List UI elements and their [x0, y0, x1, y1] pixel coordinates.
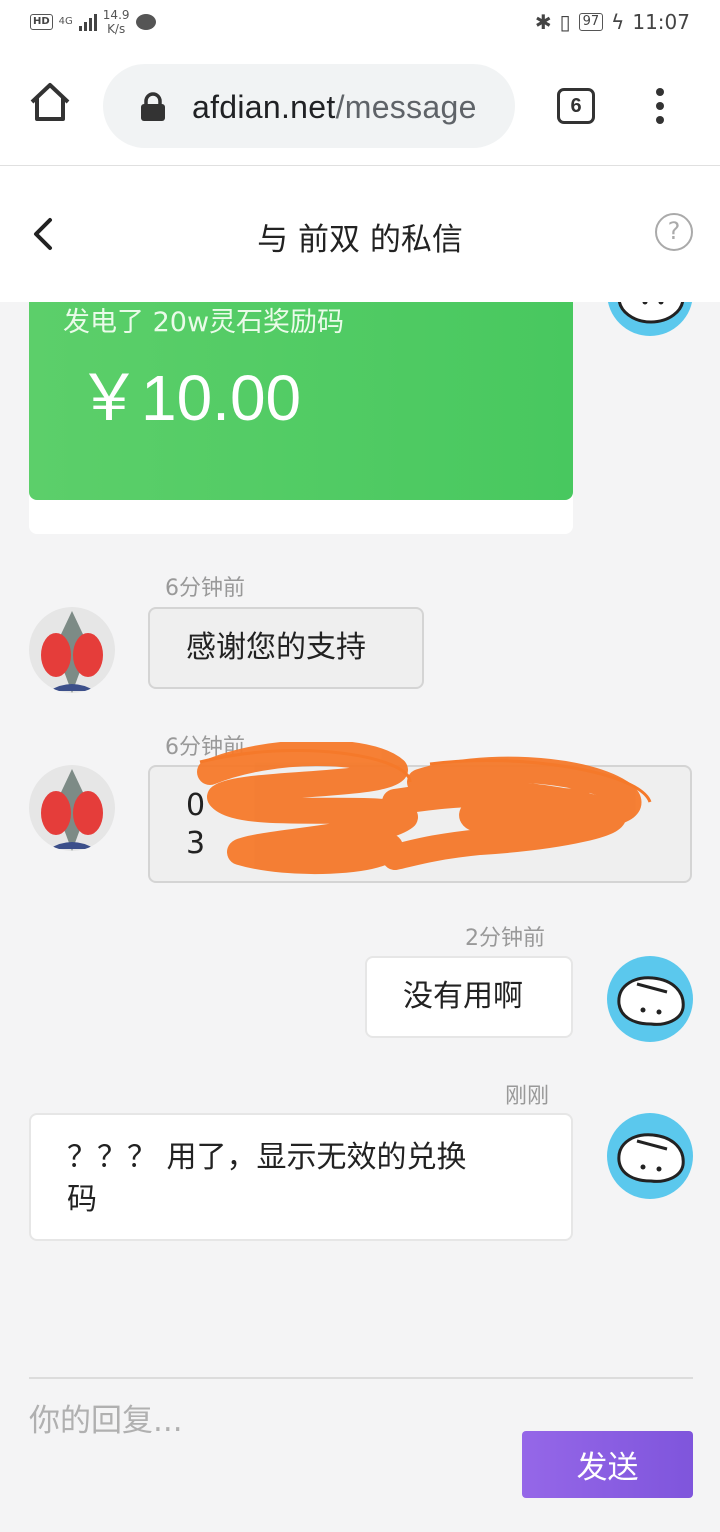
- message-text: 没有用啊: [403, 979, 523, 1014]
- address-bar[interactable]: afdian.net/message: [103, 64, 515, 148]
- browser-toolbar: afdian.net/message 6: [0, 48, 720, 166]
- message-bubble: 没有用啊: [365, 956, 573, 1038]
- message-timestamp: 6分钟前: [165, 735, 245, 760]
- message-text-line: 码: [67, 1182, 97, 1217]
- help-icon[interactable]: ?: [655, 213, 693, 251]
- battery-icon: 97: [578, 13, 604, 31]
- card-banner: 发电了 20w灵石奖励码 ￥10.00: [29, 302, 573, 500]
- network-speed: 14.9 K/s: [103, 8, 130, 36]
- message-text-line: 3: [186, 826, 206, 861]
- send-button[interactable]: 发送: [522, 1431, 693, 1498]
- more-menu-icon[interactable]: [650, 88, 670, 126]
- url-text[interactable]: afdian.net/message: [192, 89, 477, 126]
- avatar: [29, 607, 115, 693]
- message-timestamp: 2分钟前: [465, 926, 545, 951]
- tab-switcher-button[interactable]: 6: [557, 88, 595, 124]
- reply-input[interactable]: [29, 1395, 489, 1447]
- message-timestamp: 6分钟前: [165, 576, 245, 601]
- speed-value: 14.9: [102, 8, 130, 22]
- message-bubble: 感谢您的支持: [148, 607, 424, 689]
- card-title: 发电了 20w灵石奖励码: [63, 307, 345, 338]
- signal-icon: [78, 13, 97, 31]
- network-type: 4G: [58, 16, 73, 27]
- charging-icon: ϟ: [611, 10, 625, 34]
- avatar: [607, 302, 693, 336]
- avatar: [29, 765, 115, 851]
- reply-divider: [29, 1377, 693, 1379]
- status-bar: HD 4G 14.9 K/s ✱ ▯ 97 ϟ 11:07: [0, 0, 720, 48]
- url-path: /message: [335, 89, 477, 125]
- message-bubble: 0 3: [148, 765, 692, 883]
- vibrate-icon: ▯: [559, 10, 571, 34]
- message-text-line: ？？？ 用了，显示无效的兑换: [67, 1140, 467, 1175]
- sponsor-card[interactable]: 发电了 20w灵石奖励码 ￥10.00: [29, 302, 573, 534]
- url-domain: afdian.net: [192, 89, 336, 125]
- bluetooth-icon: ✱: [534, 10, 552, 34]
- message-text: 感谢您的支持: [186, 630, 366, 665]
- message-text-line: 0: [186, 788, 206, 823]
- clock: 11:07: [632, 10, 690, 34]
- speed-unit: K/s: [107, 22, 126, 36]
- avatar: [607, 956, 693, 1042]
- message-icon: [135, 14, 156, 30]
- avatar: [607, 1113, 693, 1199]
- lock-icon: [141, 92, 165, 121]
- chat-area[interactable]: 发电了 20w灵石奖励码 ￥10.00 6分钟前 感谢您的支持 6分钟前 0 3: [0, 302, 720, 1362]
- page-title: 与 前双 的私信: [257, 222, 463, 258]
- page-header: 与 前双 的私信 ?: [0, 166, 720, 302]
- message-bubble: ？？？ 用了，显示无效的兑换 码: [29, 1113, 573, 1241]
- hd-icon: HD: [30, 14, 53, 30]
- card-amount: ￥10.00: [77, 362, 302, 434]
- home-icon[interactable]: [28, 80, 72, 124]
- message-timestamp: 刚刚: [505, 1084, 550, 1109]
